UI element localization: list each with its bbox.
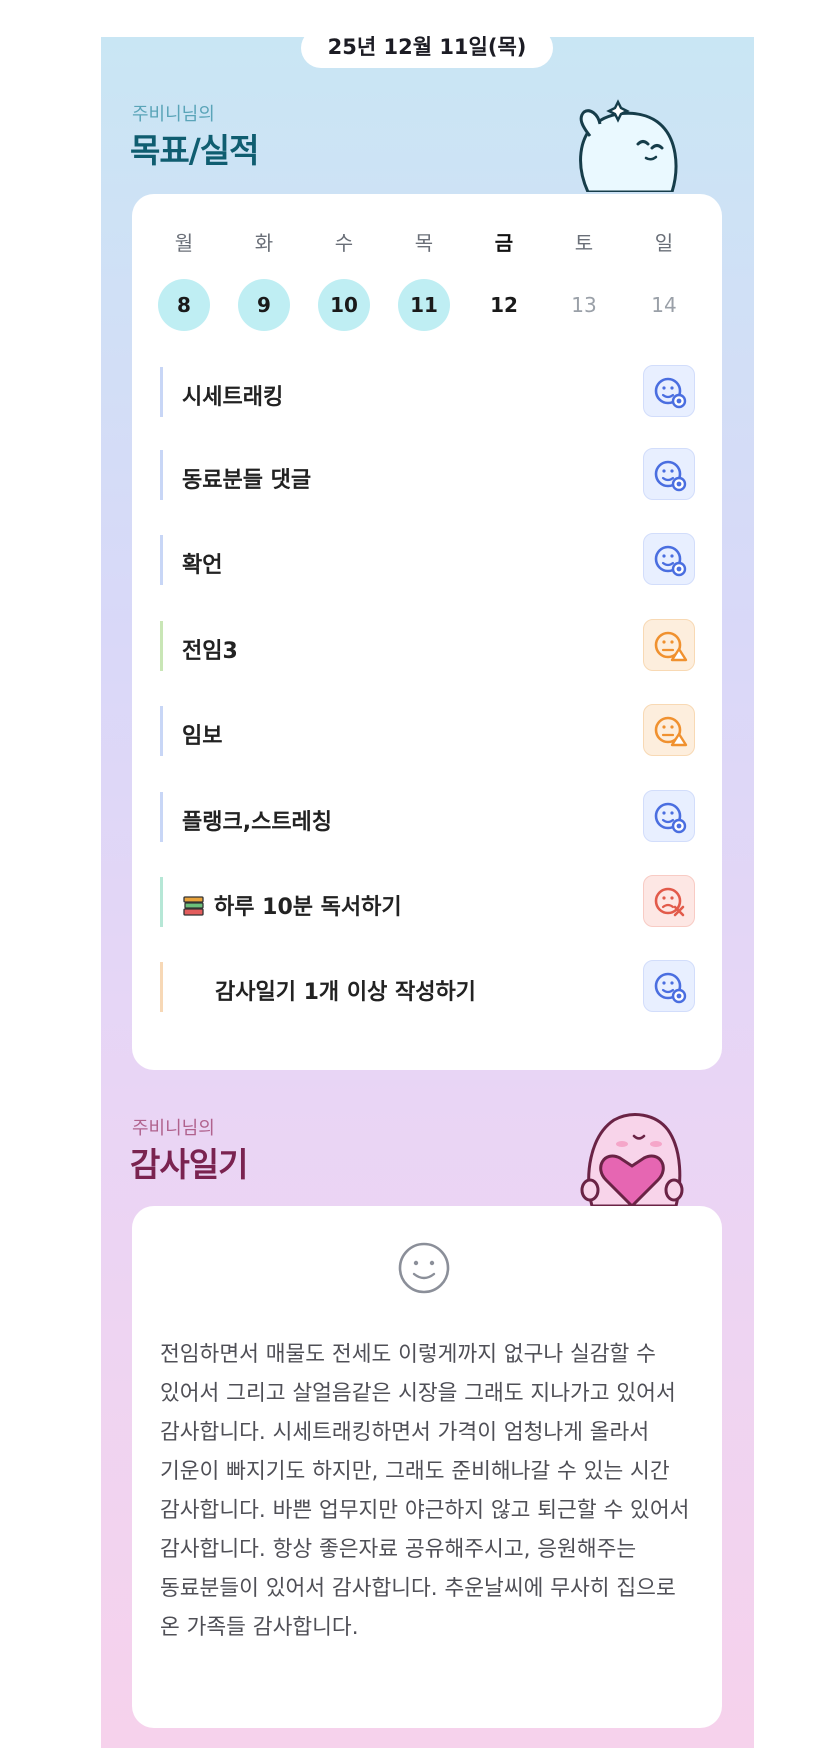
weekday-label: 일 — [654, 231, 674, 255]
task-accent-bar — [160, 792, 163, 842]
task-label: 확언 — [182, 553, 223, 578]
status-badge[interactable] — [643, 875, 695, 927]
weekday-label: 월 — [174, 231, 194, 255]
diary-subtitle: 주비니님의 — [132, 1118, 215, 1139]
status-badge[interactable] — [643, 960, 695, 1012]
smile-triangle-icon — [654, 631, 688, 662]
status-badge[interactable] — [643, 533, 695, 585]
day-number-done[interactable]: 11 — [398, 279, 450, 331]
task-row[interactable]: 전임3 — [160, 619, 695, 673]
task-accent-bar — [160, 877, 163, 927]
status-badge[interactable] — [643, 704, 695, 756]
diary-text: 전임하면서 매물도 전세도 이렇게까지 없구나 실감할 수 있어서 그리고 살얼… — [160, 1342, 690, 1640]
task-label: 플랭크,스트레칭 — [182, 810, 333, 835]
task-label: 시세트래킹 — [182, 385, 284, 410]
task-label: 감사일기 1개 이상 작성하기 — [215, 980, 476, 1005]
weekday-label-today: 금 — [494, 231, 514, 255]
diary-title: 감사일기 — [130, 1145, 248, 1184]
status-badge[interactable] — [643, 790, 695, 842]
smile-x-icon — [654, 887, 685, 917]
weekday-label: 수 — [334, 231, 354, 255]
date-pill: 25년 12월 11일(목) — [301, 28, 553, 68]
task-row[interactable]: 확언 — [160, 533, 695, 587]
task-label-with-icon: 하루 10분 독서하기 — [182, 889, 402, 921]
status-badge[interactable] — [643, 365, 695, 417]
smile-check-icon — [654, 802, 687, 834]
goals-title: 목표/실적 — [130, 131, 259, 170]
day-number-today[interactable]: 12 — [478, 279, 530, 331]
task-accent-bar — [160, 621, 163, 671]
smile-check-icon — [654, 545, 687, 577]
task-accent-bar — [160, 450, 163, 500]
goals-subtitle: 주비니님의 — [132, 104, 215, 125]
smile-check-icon — [654, 460, 687, 492]
task-row[interactable]: 임보 — [160, 704, 695, 758]
task-row[interactable]: 플랭크,스트레칭 — [160, 790, 695, 844]
task-accent-bar — [160, 962, 163, 1012]
day-number-done[interactable]: 8 — [158, 279, 210, 331]
smile-face-icon — [398, 1242, 450, 1294]
status-badge[interactable] — [643, 619, 695, 671]
task-label: 하루 10분 독서하기 — [214, 895, 402, 920]
task-label: 동료분들 댓글 — [182, 468, 312, 493]
books-icon — [183, 896, 204, 916]
task-label: 임보 — [182, 724, 223, 749]
task-label: 전임3 — [182, 639, 238, 664]
day-number-future[interactable]: 14 — [638, 279, 690, 331]
smile-check-icon — [654, 377, 687, 409]
day-number-done[interactable]: 9 — [238, 279, 290, 331]
smile-triangle-icon — [654, 716, 688, 747]
task-row[interactable]: 하루 10분 독서하기 — [160, 875, 695, 929]
task-accent-bar — [160, 367, 163, 417]
heart-mascot-icon — [580, 1113, 684, 1206]
task-accent-bar — [160, 535, 163, 585]
weekday-label: 토 — [574, 231, 594, 255]
task-row[interactable]: 감사일기 1개 이상 작성하기 — [160, 960, 695, 1014]
task-row[interactable]: 시세트래킹 — [160, 365, 695, 419]
day-number-future[interactable]: 13 — [558, 279, 610, 331]
status-badge[interactable] — [643, 448, 695, 500]
weekday-label: 목 — [414, 231, 434, 255]
task-row[interactable]: 동료분들 댓글 — [160, 448, 695, 502]
ghost-mascot-icon — [579, 99, 678, 192]
smile-check-icon — [654, 972, 687, 1004]
weekday-label: 화 — [254, 231, 274, 255]
day-number-done[interactable]: 10 — [318, 279, 370, 331]
task-accent-bar — [160, 706, 163, 756]
